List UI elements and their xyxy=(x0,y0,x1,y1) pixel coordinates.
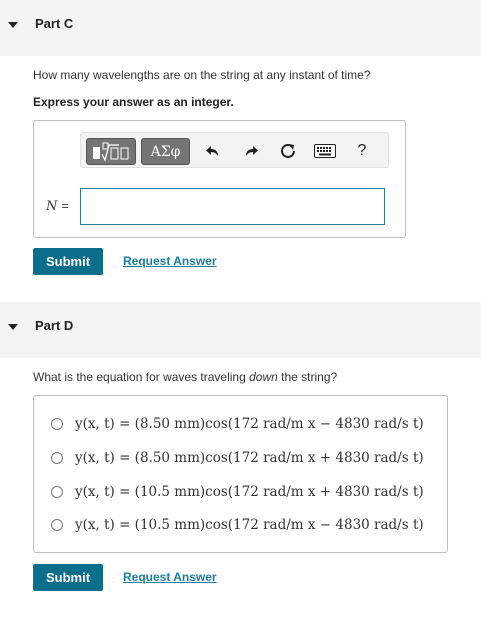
part-c-instruction: Express your answer as an integer. xyxy=(33,95,234,109)
part-c-question: How many wavelengths are on the string a… xyxy=(33,68,371,82)
part-c-header[interactable]: Part C xyxy=(0,0,481,56)
question-text-before: What is the equation for waves traveling xyxy=(33,370,250,384)
variable-name: N xyxy=(46,199,58,214)
choice-label: y(x, t) = (8.50 mm)cos(172 rad/m x + 483… xyxy=(75,450,424,466)
choices-box: y(x, t) = (8.50 mm)cos(172 rad/m x − 483… xyxy=(33,395,448,553)
part-d-title: Part D xyxy=(35,318,74,333)
equals-sign: = xyxy=(61,199,69,213)
keyboard-icon[interactable] xyxy=(312,139,338,163)
symbols-button[interactable]: ΑΣφ xyxy=(141,138,190,165)
reset-icon[interactable] xyxy=(277,139,299,163)
templates-button[interactable] xyxy=(86,138,136,165)
part-d-question: What is the equation for waves traveling… xyxy=(33,370,337,384)
radio-button[interactable] xyxy=(51,519,63,531)
radio-button[interactable] xyxy=(51,418,63,430)
part-c-submit-button[interactable]: Submit xyxy=(33,248,103,275)
help-button[interactable]: ? xyxy=(351,139,373,163)
redo-icon[interactable] xyxy=(240,139,262,163)
part-c-title: Part C xyxy=(35,16,74,31)
answer-box: ΑΣφ ? N = xyxy=(33,120,406,238)
choice-option-3[interactable]: y(x, t) = (10.5 mm)cos(172 rad/m x + 483… xyxy=(51,480,424,504)
choice-label: y(x, t) = (8.50 mm)cos(172 rad/m x − 483… xyxy=(75,416,424,432)
radio-button[interactable] xyxy=(51,486,63,498)
choice-option-2[interactable]: y(x, t) = (8.50 mm)cos(172 rad/m x + 483… xyxy=(51,446,424,470)
question-emphasis: down xyxy=(249,370,278,384)
fraction-sqrt-template-icon xyxy=(93,142,129,162)
choice-label: y(x, t) = (10.5 mm)cos(172 rad/m x − 483… xyxy=(75,517,424,533)
part-d-request-answer-link[interactable]: Request Answer xyxy=(123,570,217,584)
choice-option-4[interactable]: y(x, t) = (10.5 mm)cos(172 rad/m x − 483… xyxy=(51,513,424,537)
choice-option-1[interactable]: y(x, t) = (8.50 mm)cos(172 rad/m x − 483… xyxy=(51,412,424,436)
answer-input[interactable] xyxy=(80,188,385,225)
choice-label: y(x, t) = (10.5 mm)cos(172 rad/m x + 483… xyxy=(75,484,424,500)
radio-button[interactable] xyxy=(51,452,63,464)
collapse-caret-icon[interactable] xyxy=(8,22,18,28)
math-toolbar: ΑΣφ ? xyxy=(80,132,389,168)
part-c-request-answer-link[interactable]: Request Answer xyxy=(123,254,217,268)
part-d-submit-button[interactable]: Submit xyxy=(33,564,103,591)
collapse-caret-icon[interactable] xyxy=(8,324,18,330)
question-text-after: the string? xyxy=(277,370,338,384)
part-d-header[interactable]: Part D xyxy=(0,302,481,358)
undo-icon[interactable] xyxy=(202,139,224,163)
variable-label: N = xyxy=(46,199,69,214)
